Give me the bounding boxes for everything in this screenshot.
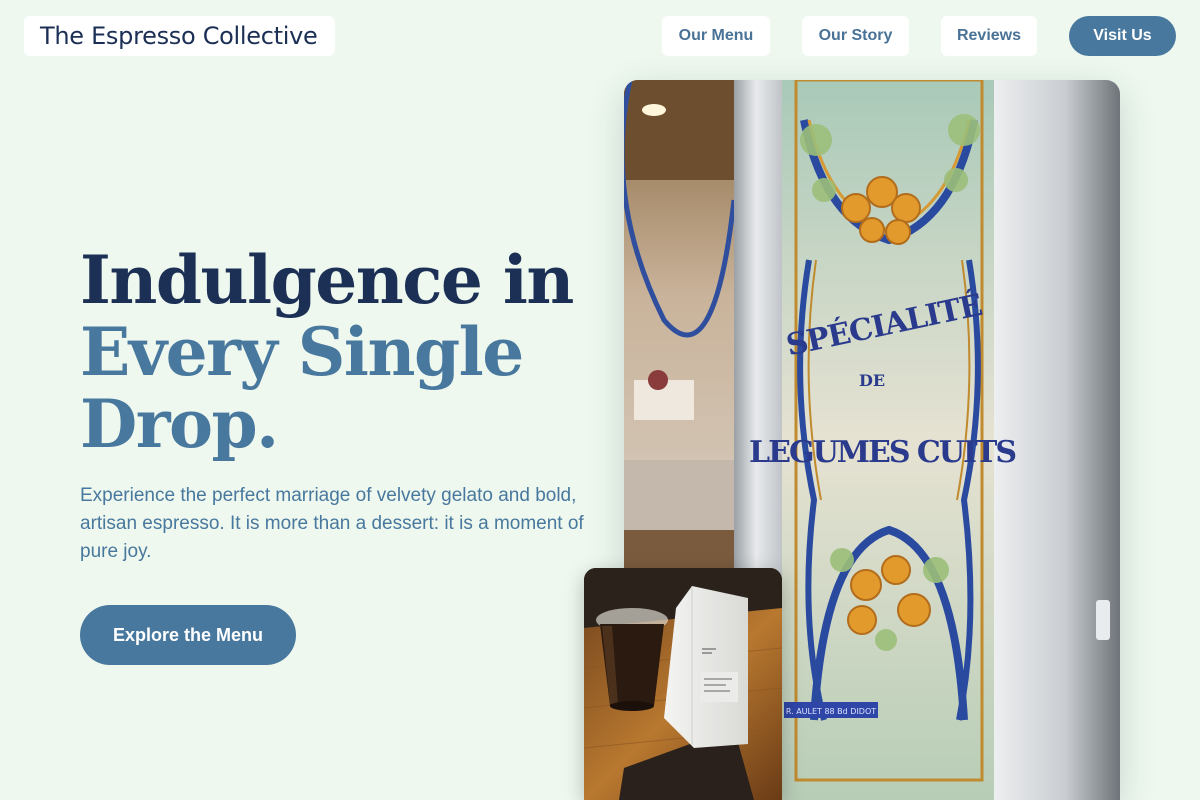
sign-line-3: LEGUMES CUITS bbox=[749, 435, 1015, 470]
nav-our-story[interactable]: Our Story bbox=[802, 16, 909, 56]
hero-title-line-3: Drop. bbox=[80, 385, 279, 463]
nav-our-menu[interactable]: Our Menu bbox=[662, 16, 770, 56]
explore-menu-button[interactable]: Explore the Menu bbox=[80, 605, 296, 665]
hero-description: Experience the perfect marriage of velve… bbox=[80, 485, 584, 562]
sign-footer-label: R. AULET 88 Bd DIDOT bbox=[786, 707, 876, 716]
hero-title: Indulgence in Every Single Drop. bbox=[80, 244, 600, 460]
brand-logo[interactable]: The Espresso Collective bbox=[24, 16, 335, 56]
nav-reviews[interactable]: Reviews bbox=[941, 16, 1037, 56]
hero-title-line-1: Indulgence in bbox=[80, 241, 574, 319]
sign-line-2: DE bbox=[859, 371, 885, 390]
visit-us-button[interactable]: Visit Us bbox=[1069, 16, 1176, 56]
hero-title-line-2: Every Single bbox=[80, 313, 524, 391]
hero-coffee-photo bbox=[584, 568, 782, 800]
